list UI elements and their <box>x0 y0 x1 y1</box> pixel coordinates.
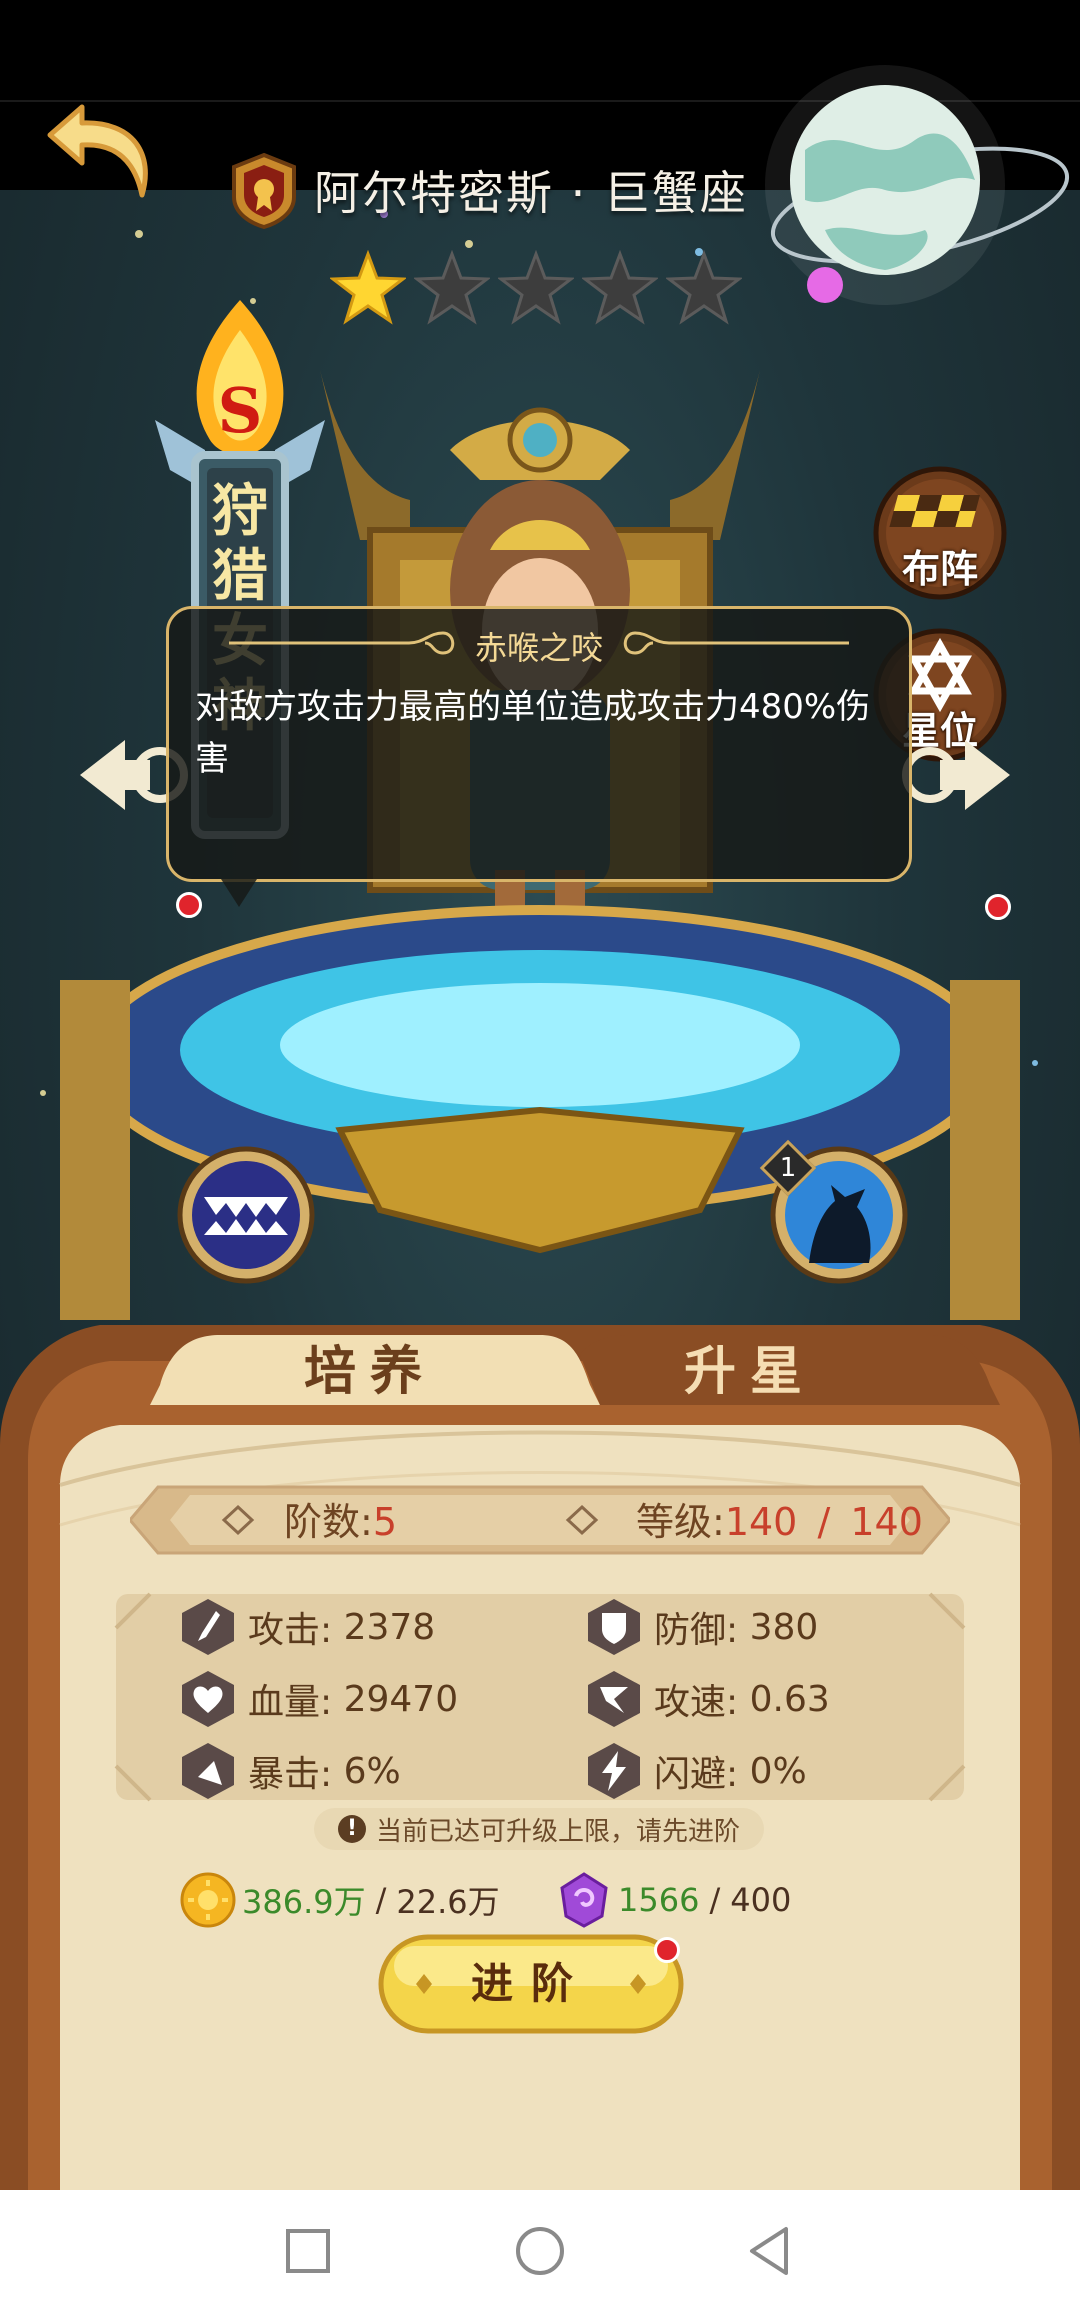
tab-train[interactable]: 培养 <box>180 1330 560 1414</box>
stat-attack-label: 攻击: <box>248 1610 333 1651</box>
level-cap-notice: ! 当前已达可升级上限，请先进阶 <box>314 1808 764 1850</box>
speed-icon <box>588 1671 640 1727</box>
hero-name: 阿尔特密斯 · 巨蟹座 <box>314 166 748 220</box>
hero-title-row: 阿尔特密斯 · 巨蟹座 <box>228 150 748 230</box>
sky-star <box>465 240 473 248</box>
rank-value: 5 <box>372 1500 397 1544</box>
stat-crit-label: 暴击: <box>248 1754 333 1795</box>
skill-description: 对敌方攻击力最高的单位造成攻击力480%伤害 <box>195 687 871 779</box>
sky-star <box>1032 1060 1038 1066</box>
gold-need: 22.6万 <box>396 1883 500 1921</box>
formation-label: 布阵 <box>901 547 978 591</box>
star-empty-icon <box>582 250 658 325</box>
lightning-icon <box>588 1743 640 1799</box>
star-empty-icon <box>666 250 742 325</box>
gold-coin-icon <box>180 1872 236 1928</box>
next-hero-arrow-icon[interactable] <box>900 720 1010 830</box>
stat-attack: 攻击: 2378 <box>178 1596 435 1658</box>
shield-icon <box>588 1599 640 1655</box>
stat-attack-value: 2378 <box>343 1606 436 1648</box>
back-arrow-icon[interactable] <box>42 95 162 215</box>
star-filled-icon <box>330 250 406 325</box>
rank-badge-icon <box>232 152 296 229</box>
stat-dodge: 闪避: 0% <box>584 1740 807 1802</box>
stat-attack-speed-value: 0.63 <box>749 1678 830 1720</box>
sky-star <box>135 230 143 238</box>
stat-defense-value: 380 <box>749 1606 819 1648</box>
rank-label: 阶数: <box>284 1500 373 1544</box>
notice-text: 当前已达可升级上限，请先进阶 <box>375 1816 740 1847</box>
level-current: 140 <box>724 1500 798 1544</box>
gem-have: 1566 <box>618 1881 700 1919</box>
notification-dot <box>176 892 202 918</box>
stat-defense: 防御: 380 <box>584 1596 818 1658</box>
star-rating <box>330 250 742 326</box>
gold-separator: / <box>375 1881 387 1919</box>
gem-need: 400 <box>730 1881 792 1919</box>
purple-gem-icon <box>560 1872 608 1928</box>
system-nav-bar <box>0 2190 1080 2310</box>
level-label: 等级: <box>636 1500 725 1544</box>
faction-title-char: 猎 <box>212 544 268 609</box>
stat-dodge-value: 0% <box>749 1750 807 1792</box>
notification-dot <box>654 1937 680 1963</box>
skill-level-value: 1 <box>779 1153 797 1183</box>
stat-hp: 血量: 29470 <box>178 1668 458 1730</box>
heart-icon <box>182 1671 234 1727</box>
stat-attack-speed: 攻速: 0.63 <box>584 1668 830 1730</box>
planet-icon[interactable] <box>735 30 1075 310</box>
stat-crit: 暴击: 6% <box>178 1740 401 1802</box>
warning-icon: ! <box>337 1815 366 1843</box>
level-info: 等级:140 / 140 <box>636 1492 923 1552</box>
home-icon[interactable] <box>514 2225 566 2277</box>
crit-icon <box>182 1743 234 1799</box>
stat-attack-speed-label: 攻速: <box>654 1682 739 1723</box>
tooltip-pointer <box>221 879 257 907</box>
stat-defense-label: 防御: <box>654 1610 739 1651</box>
skill-fang-icon[interactable] <box>176 1145 316 1285</box>
star-empty-icon <box>414 250 490 325</box>
stat-hp-label: 血量: <box>248 1682 333 1723</box>
advance-button-label: 进阶 <box>470 1959 591 2008</box>
faction-title-char: 狩 <box>212 479 268 544</box>
faction-grade: S <box>218 374 263 447</box>
rank-info: 阶数:5 <box>284 1492 397 1552</box>
gold-cost: 386.9万 / 22.6万 <box>180 1870 500 1930</box>
notification-dot <box>985 894 1011 920</box>
skill-tooltip: 赤喉之咬 对敌方攻击力最高的单位造成攻击力480%伤害 <box>166 606 912 907</box>
sword-icon <box>182 1599 234 1655</box>
back-nav-icon[interactable] <box>744 2225 796 2277</box>
gem-separator: / <box>709 1881 721 1919</box>
recent-apps-icon[interactable] <box>282 2225 334 2277</box>
sky-star <box>40 1090 46 1096</box>
gold-have: 386.9万 <box>242 1883 366 1921</box>
tab-star-up[interactable]: 升星 <box>580 1330 920 1414</box>
stat-crit-value: 6% <box>343 1750 401 1792</box>
stat-dodge-label: 闪避: <box>654 1754 739 1795</box>
formation-button[interactable]: 布阵 <box>870 463 1010 603</box>
level-max: 140 <box>850 1500 923 1544</box>
hero-platform <box>60 905 1020 1320</box>
gem-cost: 1566 / 400 <box>556 1870 791 1930</box>
stat-hp-value: 29470 <box>343 1678 459 1720</box>
advance-button[interactable]: 进阶 <box>378 1934 684 2034</box>
level-separator: / <box>817 1500 831 1544</box>
skill-title: 赤喉之咬 <box>474 629 603 667</box>
star-empty-icon <box>498 250 574 325</box>
